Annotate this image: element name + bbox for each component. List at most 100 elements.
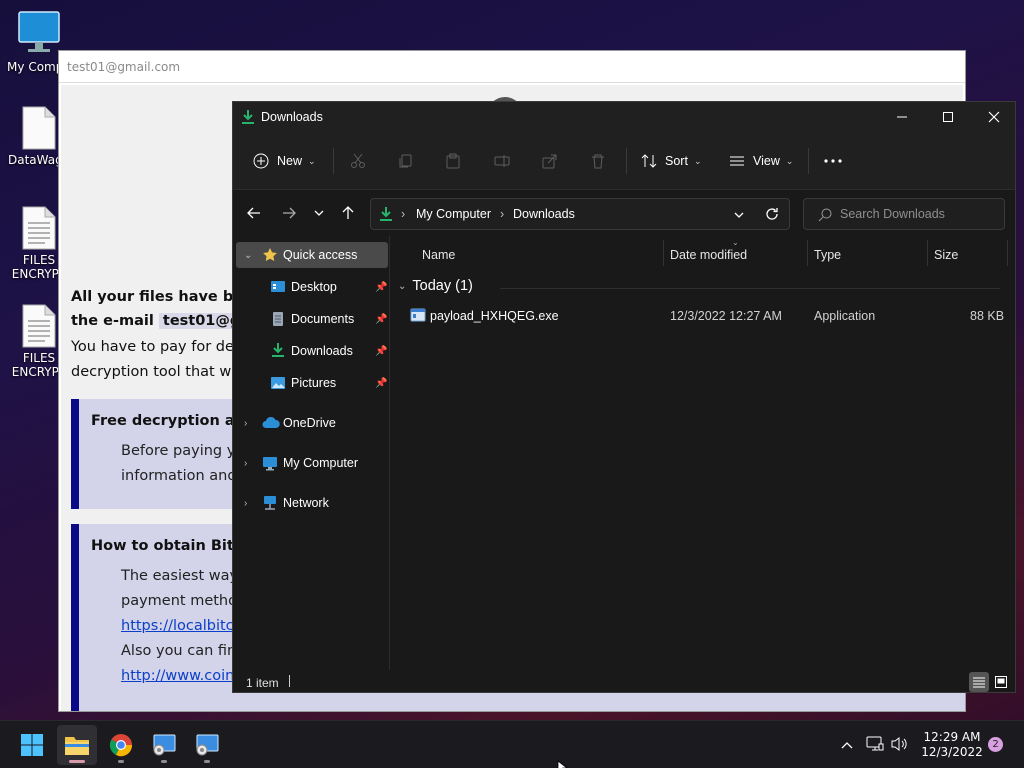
copy-button[interactable] [398,150,414,172]
tiles-view-icon [995,676,1007,688]
file-size: 88 KB [970,309,1005,323]
arrow-left-icon [247,207,260,219]
desktop-folder-icon [270,279,286,295]
nav-quick-access-label: Quick access [283,248,358,262]
cut-button[interactable] [350,150,366,172]
minimize-button[interactable] [879,102,925,132]
explorer-title: Downloads [261,110,323,124]
group-header-today[interactable]: ⌄ Today (1) [398,278,473,294]
start-button[interactable] [12,725,52,765]
chevron-right-icon[interactable]: › [244,418,254,429]
nav-pictures[interactable]: Pictures 📌 [236,370,388,396]
details-view-icon [973,677,985,688]
navigation-pane: ⌄ Quick access Desktop 📌 Documents 📌 Dow [233,236,390,670]
chevron-right-icon[interactable]: › [244,498,254,509]
clipboard-icon [446,153,460,169]
file-explorer-window[interactable]: Downloads New ⌄ Sort ⌄ View ⌄ › My Compu… [232,101,1016,693]
nav-downloads[interactable]: Downloads 📌 [236,338,388,364]
plus-circle-icon [253,153,269,169]
address-bar[interactable]: › My Computer › Downloads [370,198,790,230]
rename-button[interactable] [494,150,510,172]
refresh-icon[interactable] [765,207,779,226]
taskbar-app-2[interactable] [187,725,227,765]
rename-icon [494,155,510,167]
close-button[interactable] [971,102,1015,132]
nav-onedrive[interactable]: › OneDrive [236,410,388,436]
monitor-icon [262,455,278,471]
navigation-bar: › My Computer › Downloads [233,190,1015,236]
column-header-size[interactable]: Size [934,248,958,262]
windows-logo-icon [21,734,43,756]
nav-network[interactable]: › Network [236,490,388,516]
nav-my-computer-label: My Computer [283,456,359,470]
sort-button[interactable]: Sort ⌄ [641,150,701,172]
nav-onedrive-label: OneDrive [283,416,336,430]
column-header-name[interactable]: Name [422,248,455,262]
pin-icon[interactable]: 📌 [375,346,387,357]
explorer-titlebar[interactable]: Downloads [233,102,1015,132]
group-header-label: Today (1) [412,278,473,294]
sort-label: Sort [665,154,688,168]
app-window-icon [153,734,176,756]
breadcrumb-separator-icon: › [500,207,505,221]
file-row[interactable]: payload_HXHQEG.exe 12/3/2022 12:27 AM Ap… [404,306,1004,328]
pin-icon[interactable]: 📌 [375,314,387,325]
up-button[interactable] [337,202,359,224]
volume-button[interactable] [891,736,909,756]
address-dropdown-icon[interactable] [733,208,745,226]
network-icon [866,736,884,751]
nav-my-computer[interactable]: › My Computer [236,450,388,476]
nav-documents[interactable]: Documents 📌 [236,306,388,332]
tiles-view-button[interactable] [991,672,1011,692]
obtain-bitcoin-line-2: payment method [121,593,247,609]
details-view-button[interactable] [969,672,989,692]
status-bar: 1 item [233,670,1015,692]
taskbar-chrome[interactable] [101,725,141,765]
chevron-down-icon: ⌄ [785,155,794,166]
share-icon [542,154,557,169]
arrow-up-icon [342,206,354,219]
taskbar: 12:29 AM 12/3/2022 2 [0,720,1024,768]
recent-locations-button[interactable] [308,202,330,224]
localbitcoins-link[interactable]: https://localbitcoi [121,618,247,634]
notification-badge[interactable]: 2 [988,737,1003,752]
chevron-down-icon: ⌄ [308,155,316,166]
show-hidden-icons-button[interactable] [840,737,854,756]
nav-quick-access[interactable]: ⌄ Quick access [236,242,388,268]
breadcrumb-downloads[interactable]: Downloads [513,207,575,221]
paste-button[interactable] [445,150,461,172]
column-header-type[interactable]: Type [814,248,841,262]
chevron-right-icon[interactable]: › [244,458,254,469]
breadcrumb-my-computer[interactable]: My Computer [416,207,491,221]
clock-date: 12/3/2022 [921,745,983,759]
clock[interactable]: 12:29 AM 12/3/2022 [912,730,992,760]
share-button[interactable] [542,150,558,172]
arrow-right-icon [283,207,296,219]
folder-icon [65,737,89,755]
search-input[interactable] [840,207,990,221]
free-decryption-header: Free decryption as [91,413,244,429]
new-button[interactable]: New ⌄ [253,150,316,172]
taskbar-app-1[interactable] [144,725,184,765]
pin-icon[interactable]: 📌 [375,378,387,389]
more-options-button[interactable] [824,150,842,172]
text-file-icon [21,205,57,251]
nav-downloads-label: Downloads [291,344,353,358]
delete-button[interactable] [590,150,606,172]
free-decryption-line-1: Before paying yo [121,443,245,459]
nav-desktop[interactable]: Desktop 📌 [236,274,388,300]
note-line-2-prefix: the e-mail [71,313,154,329]
maximize-button[interactable] [925,102,971,132]
view-button[interactable]: View ⌄ [729,150,793,172]
pin-icon[interactable]: 📌 [375,282,387,293]
star-icon [262,247,278,263]
taskbar-file-explorer[interactable] [57,725,97,765]
column-header-date[interactable]: Date modified [670,248,747,262]
new-label: New [277,154,303,168]
coindesk-link[interactable]: http://www.coind [121,668,244,684]
search-box[interactable] [803,198,1005,230]
forward-button[interactable] [278,202,300,224]
chevron-down-icon[interactable]: ⌄ [244,250,254,261]
back-button[interactable] [243,202,265,224]
network-status-button[interactable] [866,736,884,756]
